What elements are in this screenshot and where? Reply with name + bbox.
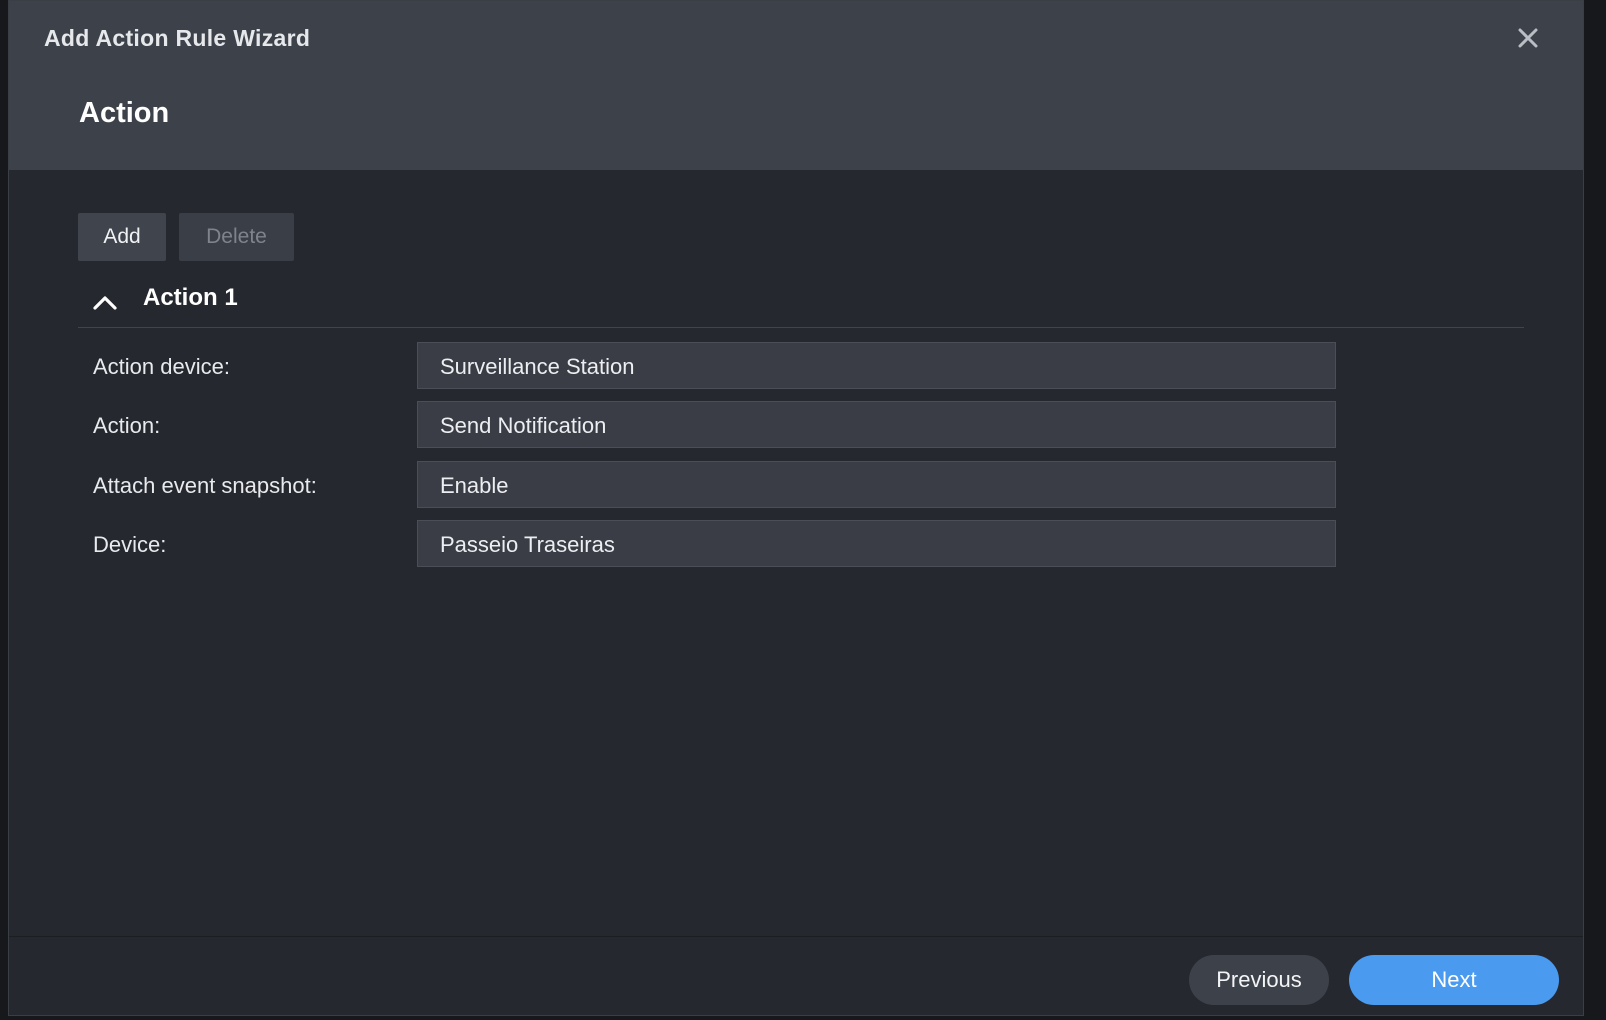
chevron-up-icon — [93, 296, 117, 310]
previous-button[interactable]: Previous — [1189, 955, 1329, 1005]
wizard-title: Add Action Rule Wizard — [44, 25, 311, 51]
device-label: Device: — [93, 532, 167, 557]
action-section-header[interactable]: Action 1 — [78, 284, 1524, 328]
close-button[interactable] — [1511, 21, 1545, 55]
close-icon — [1518, 28, 1538, 48]
form-row-action: Action: Send Notification — [9, 401, 1583, 449]
form-row-action-device: Action device: Surveillance Station — [9, 342, 1583, 390]
action-value: Send Notification — [417, 401, 1336, 448]
delete-button[interactable]: Delete — [179, 213, 294, 261]
next-button[interactable]: Next — [1349, 955, 1559, 1005]
attach-snapshot-label: Attach event snapshot: — [93, 473, 317, 498]
form-row-device: Device: Passeio Traseiras — [9, 520, 1583, 568]
action-label: Action: — [93, 413, 161, 438]
add-button[interactable]: Add — [78, 213, 166, 261]
action-device-label: Action device: — [93, 354, 230, 379]
dialog-header: Add Action Rule Wizard Action — [9, 1, 1583, 170]
section-title: Action 1 — [143, 284, 238, 311]
attach-snapshot-value: Enable — [417, 461, 1336, 508]
device-value: Passeio Traseiras — [417, 520, 1336, 567]
action-device-value: Surveillance Station — [417, 342, 1336, 389]
step-title: Action — [79, 97, 170, 129]
wizard-dialog: Add Action Rule Wizard Action Add Delete… — [8, 0, 1584, 1016]
footer-divider — [9, 936, 1583, 937]
form-row-attach-snapshot: Attach event snapshot: Enable — [9, 461, 1583, 509]
